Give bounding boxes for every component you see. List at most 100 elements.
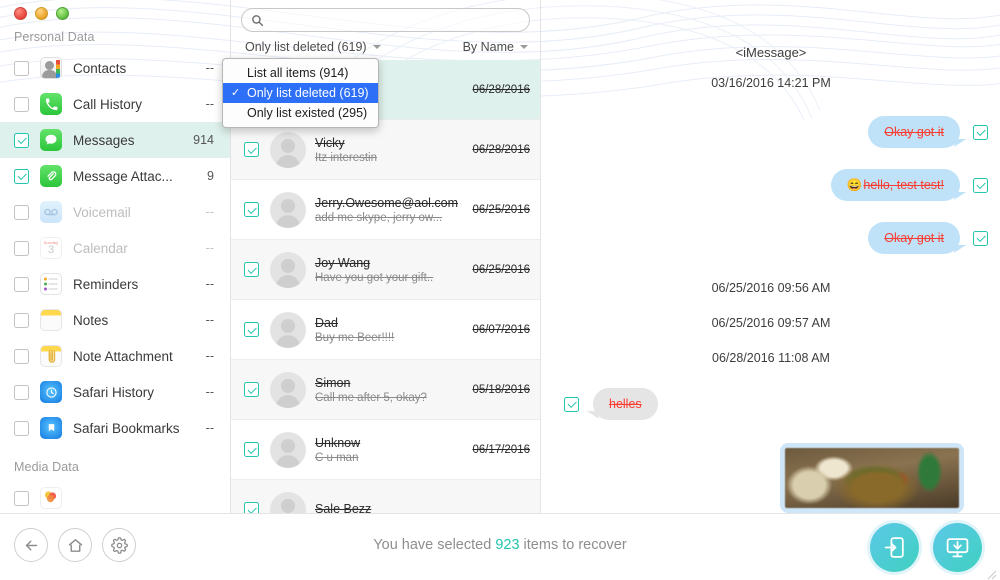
row-name: Dad <box>315 315 338 330</box>
row-text: Simon Call me after 5, okay? <box>315 376 472 404</box>
chat-message-in[interactable]: helles <box>542 388 1000 420</box>
menu-item-only-deleted[interactable]: ✓ Only list deleted (619) <box>223 83 378 103</box>
window-traffic-lights[interactable] <box>14 7 69 20</box>
chat-bubble[interactable]: helles <box>593 388 658 420</box>
sidebar-checkbox-note-attachment[interactable] <box>14 348 29 364</box>
chat-message-out[interactable]: Okay got it <box>542 222 1000 254</box>
row-date: 06/25/2016 <box>472 203 530 216</box>
sidebar-checkbox-voicemail[interactable] <box>14 204 29 220</box>
sidebar-label-voicemail: Voicemail <box>73 204 131 220</box>
sidebar-item-contacts[interactable]: Contacts -- <box>0 50 230 86</box>
menu-item-label: List all items (914) <box>247 66 349 80</box>
message-attachment-icon <box>40 165 62 187</box>
sidebar-label-notes: Notes <box>73 312 109 328</box>
search-box[interactable] <box>241 8 530 32</box>
maximize-window-icon[interactable] <box>56 7 69 20</box>
filter-dropdown-button[interactable]: Only list deleted (619) <box>245 40 381 54</box>
sidebar-item-message-attachments[interactable]: Message Attac... 9 <box>0 158 230 194</box>
row-checkbox[interactable] <box>244 262 259 277</box>
filter-dropdown-menu[interactable]: List all items (914) ✓ Only list deleted… <box>222 58 379 128</box>
phone-import-icon <box>884 537 904 558</box>
sidebar-item-notes[interactable]: Notes -- <box>0 302 230 338</box>
sidebar-item-voicemail[interactable]: Voicemail -- <box>0 194 230 230</box>
table-row[interactable]: Jerry.Owesome@aol.com add me skype, jerr… <box>231 180 540 240</box>
filter-dropdown-label: Only list deleted (619) <box>245 40 367 54</box>
sidebar-checkbox-photos[interactable] <box>14 490 29 506</box>
recover-to-device-button[interactable] <box>870 523 919 572</box>
sidebar-checkbox-safari-history[interactable] <box>14 384 29 400</box>
sidebar-label-contacts: Contacts <box>73 60 127 76</box>
sidebar-checkbox-safari-bookmarks[interactable] <box>14 420 29 436</box>
chat-timestamp: 03/16/2016 14:21 PM <box>711 76 831 90</box>
chat-message-checkbox[interactable] <box>973 230 988 246</box>
row-text: Unknow C u man <box>315 436 472 464</box>
row-checkbox[interactable] <box>244 202 259 217</box>
sidebar-checkbox-call-history[interactable] <box>14 96 29 112</box>
chat-message-out[interactable]: Okay got it <box>542 116 1000 148</box>
row-checkbox[interactable] <box>244 382 259 397</box>
sidebar-count-safari-bookmarks: -- <box>205 421 214 435</box>
row-checkbox[interactable] <box>244 322 259 337</box>
row-name: Vicky <box>315 135 345 150</box>
sidebar-item-messages[interactable]: Messages 914 <box>0 122 230 158</box>
sidebar-label-message-attachments: Message Attac... <box>73 168 173 184</box>
row-checkbox[interactable] <box>244 442 259 457</box>
table-row[interactable]: Simon Call me after 5, okay? 05/18/2016 <box>231 360 540 420</box>
chat-message-out[interactable]: 😄hello, test test! <box>542 169 1000 201</box>
table-row[interactable]: Dad Buy me Beer!!!! 06/07/2016 <box>231 300 540 360</box>
sidebar-item-photos[interactable] <box>0 480 230 513</box>
sidebar-checkbox-message-attachments[interactable] <box>14 168 29 184</box>
menu-item-only-existed[interactable]: Only list existed (295) <box>223 103 378 123</box>
sidebar-checkbox-contacts[interactable] <box>14 60 29 76</box>
row-name: Joy Wang <box>315 255 371 270</box>
photos-icon <box>40 487 62 509</box>
sidebar-item-safari-history[interactable]: Safari History -- <box>0 374 230 410</box>
sidebar-count-call-history: -- <box>205 97 214 111</box>
recover-to-computer-button[interactable] <box>933 523 982 572</box>
window-resize-grip[interactable] <box>987 567 997 580</box>
chat-bubble-text: Okay got it <box>884 231 944 245</box>
table-row[interactable]: Vicky Itz interestin 06/28/2016 <box>231 120 540 180</box>
sidebar-checkbox-reminders[interactable] <box>14 276 29 292</box>
table-row[interactable]: Joy Wang Have you got your gift.. 06/25/… <box>231 240 540 300</box>
sidebar-checkbox-notes[interactable] <box>14 312 29 328</box>
minimize-window-icon[interactable] <box>35 7 48 20</box>
sidebar-item-safari-bookmarks[interactable]: Safari Bookmarks -- <box>0 410 230 446</box>
chat-message-checkbox[interactable] <box>564 396 579 412</box>
row-checkbox[interactable] <box>244 142 259 157</box>
sidebar-checkbox-messages[interactable] <box>14 132 29 148</box>
sidebar-item-note-attachment[interactable]: Note Attachment -- <box>0 338 230 374</box>
row-name: Sale Bezz <box>315 501 372 514</box>
sidebar-count-reminders: -- <box>205 277 214 291</box>
list-filter-bar: Only list deleted (619) By Name <box>231 32 540 58</box>
chat-bubble[interactable]: Okay got it <box>868 116 960 148</box>
menu-item-list-all[interactable]: List all items (914) <box>223 63 378 83</box>
table-row[interactable]: Unknow C u man 06/17/2016 <box>231 420 540 480</box>
sidebar-group-title-media: Media Data <box>14 460 79 474</box>
avatar <box>270 311 306 348</box>
sidebar-count-safari-history: -- <box>205 385 214 399</box>
chat-message-checkbox[interactable] <box>973 124 988 140</box>
chat-bubble[interactable]: 😄hello, test test! <box>830 169 960 201</box>
chat-timestamp: 06/28/2016 11:08 AM <box>712 351 830 365</box>
sidebar-item-reminders[interactable]: Reminders -- <box>0 266 230 302</box>
table-row[interactable]: Sale Bezz <box>231 480 540 514</box>
sidebar-count-contacts: -- <box>205 61 214 75</box>
photo-attachment-bubble[interactable] <box>780 443 964 513</box>
close-window-icon[interactable] <box>14 7 27 20</box>
sidebar-count-note-attachment: -- <box>205 349 214 363</box>
sidebar-item-call-history[interactable]: Call History -- <box>0 86 230 122</box>
row-snippet: add me skype, jerry ow... <box>315 211 443 224</box>
chat-timestamp: 06/25/2016 09:57 AM <box>711 316 831 330</box>
row-checkbox[interactable] <box>244 502 259 513</box>
row-text: Vicky Itz interestin <box>315 136 472 164</box>
chat-message-checkbox[interactable] <box>973 177 988 193</box>
search-input[interactable] <box>270 13 520 27</box>
chat-bubble[interactable]: Okay got it <box>868 222 960 254</box>
sort-dropdown-button[interactable]: By Name <box>463 40 528 54</box>
sidebar-item-calendar[interactable]: Sunday 3 Calendar -- <box>0 230 230 266</box>
chat-message-photo[interactable] <box>542 443 1000 513</box>
sidebar-checkbox-calendar[interactable] <box>14 240 29 256</box>
sidebar-count-notes: -- <box>205 313 214 327</box>
avatar <box>270 191 306 228</box>
